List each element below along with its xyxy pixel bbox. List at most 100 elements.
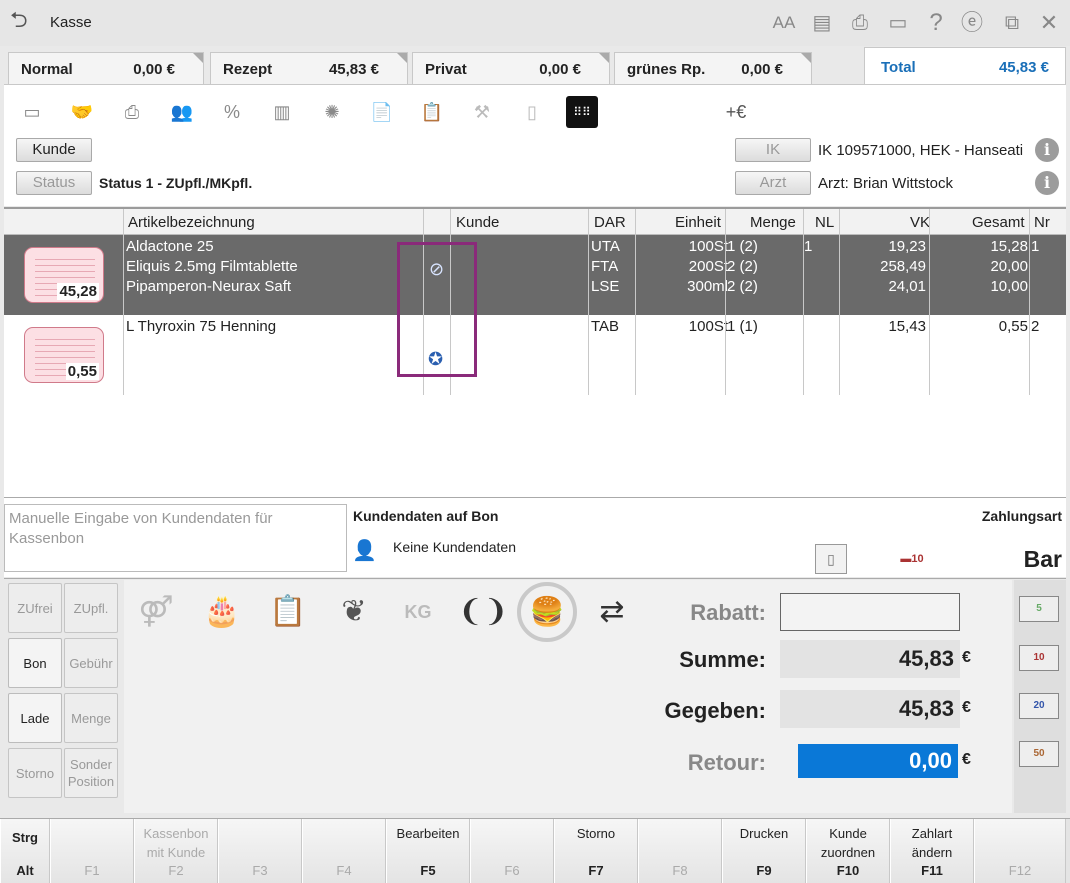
col-dar[interactable]: DAR: [594, 214, 626, 231]
close-icon[interactable]: ✕: [1035, 9, 1063, 37]
col-nl[interactable]: NL: [815, 214, 834, 231]
lungs-icon[interactable]: ❦: [330, 588, 378, 636]
tab-rezept[interactable]: Rezept 45,83 €: [210, 52, 408, 84]
e-icon[interactable]: ⓔ: [958, 9, 986, 37]
tab-normal[interactable]: Normal 0,00 €: [8, 52, 204, 84]
function-key-code: F11: [921, 863, 943, 878]
printer-icon[interactable]: ⎙: [846, 9, 874, 37]
function-key-code: F2: [168, 863, 184, 878]
f12-key[interactable]: F12: [974, 819, 1066, 883]
handshake-icon[interactable]: 🤝: [66, 96, 98, 128]
clipboard-stethoscope-icon[interactable]: 📋: [264, 588, 312, 636]
sonder-position-button[interactable]: Sonder Position: [64, 748, 118, 798]
print-icon[interactable]: ⎙: [116, 96, 148, 128]
strg-alt-key[interactable]: Strg Alt: [0, 819, 50, 883]
tab-privat[interactable]: Privat 0,00 €: [412, 52, 610, 84]
gear-icon[interactable]: ✺: [316, 96, 348, 128]
swap-arrows-icon[interactable]: ⇄: [588, 588, 636, 636]
article-vk: 258,49: [880, 258, 926, 275]
gender-icon[interactable]: ⚤: [132, 588, 180, 636]
tab-label: grünes Rp.: [627, 61, 706, 78]
column-divider: [1029, 209, 1030, 395]
total-value: 45,83 €: [998, 59, 1049, 76]
f7-key[interactable]: Storno F7: [554, 819, 638, 883]
column-divider: [725, 209, 726, 395]
function-key-label: Kunde zuordnen: [820, 826, 876, 860]
receipt-amount: 0,55: [65, 363, 99, 380]
group-nr: 2: [1031, 318, 1040, 335]
table-row[interactable]: 45,28 Aldactone 25 Eliquis 2.5mg Filmtab…: [4, 235, 1066, 315]
f5-key[interactable]: Bearbeiten F5: [386, 819, 470, 883]
col-menge[interactable]: Menge: [750, 214, 796, 231]
tab-total[interactable]: Total 45,83 €: [864, 47, 1066, 86]
col-einheit[interactable]: Einheit: [675, 214, 721, 231]
status-button[interactable]: Status: [16, 171, 92, 195]
ruler-icon[interactable]: ▯: [516, 96, 548, 128]
col-nr[interactable]: Nr: [1034, 214, 1050, 231]
tab-value: 0,00 €: [539, 61, 581, 78]
f4-key[interactable]: F4: [302, 819, 386, 883]
currency-symbol: €: [962, 649, 971, 666]
card-payment-icon[interactable]: ▯: [815, 544, 847, 574]
help-icon[interactable]: ?: [922, 9, 950, 37]
bill-10-icon[interactable]: 10: [1019, 645, 1059, 671]
euro-plus-icon[interactable]: +€: [720, 96, 752, 128]
monitor-icon[interactable]: ▭: [884, 9, 912, 37]
document-icon[interactable]: ▤: [808, 9, 836, 37]
f8-key[interactable]: F8: [638, 819, 722, 883]
customer-data-input[interactable]: Manuelle Eingabe von Kundendaten für Kas…: [4, 504, 347, 572]
f6-key[interactable]: F6: [470, 819, 554, 883]
f3-key[interactable]: F3: [218, 819, 302, 883]
barcode-icon[interactable]: ▥: [266, 96, 298, 128]
col-gesamt[interactable]: Gesamt: [972, 214, 1025, 231]
article-gesamt: 0,55: [998, 318, 1028, 335]
f10-key[interactable]: Kunde zuordnen F10: [806, 819, 890, 883]
ik-button[interactable]: IK: [735, 138, 811, 162]
grid-dots-icon[interactable]: ⠿⠿: [566, 96, 598, 128]
back-arrow-icon[interactable]: ⮌: [10, 9, 36, 32]
bill-5-icon[interactable]: 5: [1019, 596, 1059, 622]
hammer-icon[interactable]: ⚒: [466, 96, 498, 128]
gebuehr-button[interactable]: Gebühr: [64, 638, 118, 688]
col-vk[interactable]: VK: [910, 214, 930, 231]
col-artikelbezeichnung[interactable]: Artikelbezeichnung: [128, 214, 255, 231]
article-name: Aldactone 25: [126, 238, 214, 255]
table-row[interactable]: 0,55 L Thyroxin 75 Henning ✪ TAB 100St 1…: [4, 315, 1066, 395]
f11-key[interactable]: Zahlart ändern F11: [890, 819, 974, 883]
lade-button[interactable]: Lade: [8, 693, 62, 743]
zupfl-button[interactable]: ZUpfl.: [64, 583, 118, 633]
bon-button[interactable]: Bon: [8, 638, 62, 688]
bill-20-icon[interactable]: 20: [1019, 693, 1059, 719]
article-einheit: 100St: [688, 318, 728, 335]
col-kunde[interactable]: Kunde: [456, 214, 499, 231]
zufrei-button[interactable]: ZUfrei: [8, 583, 62, 633]
f1-key[interactable]: F1: [50, 819, 134, 883]
ik-info-icon[interactable]: i: [1035, 138, 1059, 162]
person-document-icon[interactable]: 📄: [366, 96, 398, 128]
arzt-info-icon[interactable]: i: [1035, 171, 1059, 195]
gegeben-value[interactable]: 45,83: [780, 690, 960, 728]
f9-key[interactable]: Drucken F9: [722, 819, 806, 883]
customer-button[interactable]: Kunde: [16, 138, 92, 162]
kidney-icon[interactable]: ❨❩: [458, 588, 508, 636]
font-size-icon[interactable]: AA: [770, 9, 798, 37]
receipt-icon: 0,55: [24, 327, 104, 383]
birthday-cake-icon[interactable]: 🎂: [198, 588, 246, 636]
storno-side-button[interactable]: Storno: [8, 748, 62, 798]
bill-50-icon[interactable]: 50: [1019, 741, 1059, 767]
rabatt-input[interactable]: [780, 593, 960, 631]
cash-payment-icon[interactable]: ▬10: [897, 546, 927, 572]
menge-button[interactable]: Menge: [64, 693, 118, 743]
percent-icon[interactable]: %: [216, 96, 248, 128]
f2-key[interactable]: Kassenbon mit Kunde F2: [134, 819, 218, 883]
customer-card-icon[interactable]: ▭: [16, 96, 48, 128]
exit-icon[interactable]: ⧉: [998, 9, 1026, 37]
article-nl: 1: [804, 238, 813, 255]
arzt-button[interactable]: Arzt: [735, 171, 811, 195]
clipboard-icon[interactable]: 📋: [416, 96, 448, 128]
weight-kg-icon[interactable]: KG: [394, 588, 442, 636]
persons-icon[interactable]: 👥: [166, 96, 198, 128]
food-icon[interactable]: 🍔: [517, 582, 577, 642]
function-key-code: F7: [588, 863, 604, 878]
tab-gruenes-rezept[interactable]: grünes Rp. 0,00 €: [614, 52, 812, 84]
